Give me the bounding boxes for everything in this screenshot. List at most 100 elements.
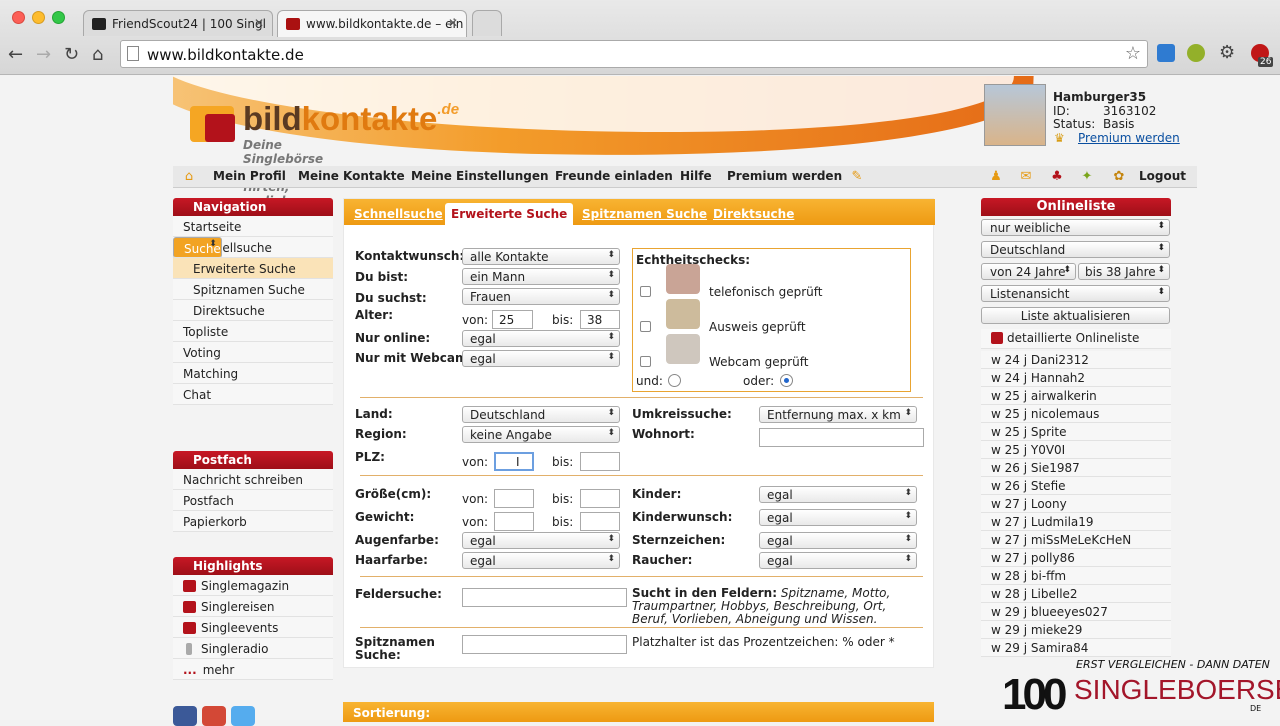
age-to-select[interactable]: bis 38 Jahre ⬍ [1078, 263, 1170, 280]
ausweis-checkbox[interactable] [640, 321, 651, 332]
online-user-item[interactable]: w 25 j Y0V0I [981, 441, 1171, 459]
online-user-item[interactable]: w 27 j Loony [981, 495, 1171, 513]
tab-spitznamen-suche[interactable]: Spitznamen Suche [582, 207, 707, 221]
tab-direktsuche[interactable]: Direktsuche [713, 207, 794, 221]
online-user-item[interactable]: w 27 j Ludmila19 [981, 513, 1171, 531]
avatar[interactable] [984, 84, 1046, 146]
postfach-nachricht-schreiben[interactable]: Nachricht schreiben [173, 469, 333, 490]
postfach-postfach[interactable]: Postfach [173, 490, 333, 511]
webcam-select[interactable]: egal [462, 350, 620, 367]
oder-radio[interactable] [780, 374, 793, 387]
tab-close-icon[interactable]: ✕ [448, 16, 458, 30]
gewicht-bis-input[interactable] [580, 512, 620, 531]
tab-schnellsuche[interactable]: Schnellsuche [354, 207, 443, 221]
bell-icon[interactable]: ♟ [988, 169, 1004, 185]
online-user-item[interactable]: w 29 j mieke29 [981, 621, 1171, 639]
online-user-item[interactable]: w 28 j bi-ffm [981, 567, 1171, 585]
star-icon[interactable]: ✦ [1079, 169, 1095, 185]
online-user-item[interactable]: w 25 j airwalkerin [981, 387, 1171, 405]
und-radio[interactable] [668, 374, 681, 387]
telefonisch-checkbox[interactable] [640, 286, 651, 297]
haar-select[interactable]: egal [462, 552, 620, 569]
kinder-select[interactable]: egal [759, 486, 917, 503]
gender-select[interactable]: nur weibliche ⬍ [981, 219, 1170, 236]
detail-onlineliste-link[interactable]: detaillierte Onlineliste [981, 329, 1171, 349]
address-bar[interactable]: www.bildkontakte.de ☆ [120, 40, 1148, 68]
online-user-item[interactable]: w 25 j Sprite [981, 423, 1171, 441]
gewicht-von-input[interactable] [494, 512, 534, 531]
kontaktwunsch-select[interactable]: alle Kontakte [462, 248, 620, 265]
settings-gear-icon[interactable]: ⚙ [1219, 42, 1237, 63]
refresh-button[interactable]: Liste aktualisieren [981, 307, 1170, 324]
online-user-item[interactable]: w 24 j Hannah2 [981, 369, 1171, 387]
forward-icon[interactable]: → [36, 44, 51, 65]
nav-matching[interactable]: Matching [173, 363, 333, 384]
menu-meine-einstellungen[interactable]: Meine Einstellungen [411, 169, 549, 183]
postfach-papierkorb[interactable]: Papierkorb [173, 511, 333, 532]
kinderwunsch-select[interactable]: egal [759, 509, 917, 526]
users-icon[interactable]: ♣ [1049, 169, 1065, 185]
menu-hilfe[interactable]: Hilfe [680, 169, 712, 183]
highlight-singleevents[interactable]: Singleevents [173, 617, 333, 638]
age-from-select[interactable]: von 24 Jahre ⬍ [981, 263, 1076, 280]
reload-icon[interactable]: ↻ [64, 44, 79, 65]
online-user-item[interactable]: w 28 j Libelle2 [981, 585, 1171, 603]
alter-von-input[interactable]: 25 [492, 310, 533, 329]
minimize-window-button[interactable] [32, 11, 45, 24]
zoom-window-button[interactable] [52, 11, 65, 24]
close-window-button[interactable] [12, 11, 25, 24]
nav-suche[interactable]: Suche [173, 237, 222, 258]
alter-bis-input[interactable]: 38 [580, 310, 620, 329]
browser-tab-bildkontakte[interactable]: www.bildkontakte.de – ein ✕ [277, 10, 467, 37]
home-icon[interactable]: ⌂ [92, 44, 103, 65]
highlight-singlemagazin[interactable]: Singlemagazin [173, 575, 333, 596]
group-icon[interactable]: ✿ [1111, 169, 1127, 185]
home-icon[interactable]: ⌂ [181, 169, 197, 185]
extension-puzzle-icon[interactable] [1187, 44, 1205, 62]
new-tab-button[interactable] [472, 10, 502, 36]
webcam-checkbox[interactable] [640, 356, 651, 367]
felder-input[interactable] [462, 588, 627, 607]
pencil-icon[interactable]: ✎ [849, 169, 865, 185]
nuronline-select[interactable]: egal [462, 330, 620, 347]
bookmark-star-icon[interactable]: ☆ [1125, 43, 1141, 64]
nav-erweiterte-suche[interactable]: Erweiterte Suche [173, 258, 333, 279]
online-user-item[interactable]: w 27 j polly86 [981, 549, 1171, 567]
online-user-item[interactable]: w 29 j Samira84 [981, 639, 1171, 657]
plz-von-input[interactable]: I [494, 452, 534, 471]
extension-screen-icon[interactable] [1157, 44, 1175, 62]
tab-erweiterte-suche[interactable]: Erweiterte Suche [445, 203, 574, 225]
browser-tab-friendscout[interactable]: FriendScout24 | 100 Singl ✕ [83, 10, 273, 36]
country-select[interactable]: Deutschland ⬍ [981, 241, 1170, 258]
groesse-bis-input[interactable] [580, 489, 620, 508]
spitznamen-input[interactable] [462, 635, 627, 654]
online-user-item[interactable]: w 26 j Stefie [981, 477, 1171, 495]
online-user-item[interactable]: w 26 j Sie1987 [981, 459, 1171, 477]
umkreis-select[interactable]: Entfernung max. x km [759, 406, 917, 423]
menu-premium-werden[interactable]: Premium werden [727, 169, 842, 183]
nav-spitznamen-suche[interactable]: Spitznamen Suche [173, 279, 333, 300]
facebook-icon[interactable] [173, 706, 197, 726]
menu-meine-kontakte[interactable]: Meine Kontakte [298, 169, 405, 183]
plz-bis-input[interactable] [580, 452, 620, 471]
menu-mein-profil[interactable]: Mein Profil [213, 169, 286, 183]
nav-startseite[interactable]: Startseite [173, 216, 333, 237]
mail-icon[interactable]: ✉ [1018, 169, 1034, 185]
online-user-item[interactable]: w 24 j Dani2312 [981, 351, 1171, 369]
online-user-item[interactable]: w 29 j blueeyes027 [981, 603, 1171, 621]
wohnort-input[interactable] [759, 428, 924, 447]
twitter-icon[interactable] [231, 706, 255, 726]
online-user-item[interactable]: w 27 j miSsMeLeKcHeN [981, 531, 1171, 549]
highlight-singlereisen[interactable]: Singlereisen [173, 596, 333, 617]
dubist-select[interactable]: ein Mann [462, 268, 620, 285]
highlight-singleradio[interactable]: Singleradio [173, 638, 333, 659]
view-select[interactable]: Listenansicht ⬍ [981, 285, 1170, 302]
online-user-item[interactable]: w 25 j nicolemaus [981, 405, 1171, 423]
nav-direktsuche[interactable]: Direktsuche [173, 300, 333, 321]
google-plus-icon[interactable] [202, 706, 226, 726]
nav-chat[interactable]: Chat [173, 384, 333, 405]
premium-link[interactable]: Premium werden [1078, 131, 1180, 145]
raucher-select[interactable]: egal [759, 552, 917, 569]
back-icon[interactable]: ← [8, 44, 23, 65]
logout-link[interactable]: Logout [1139, 169, 1186, 183]
